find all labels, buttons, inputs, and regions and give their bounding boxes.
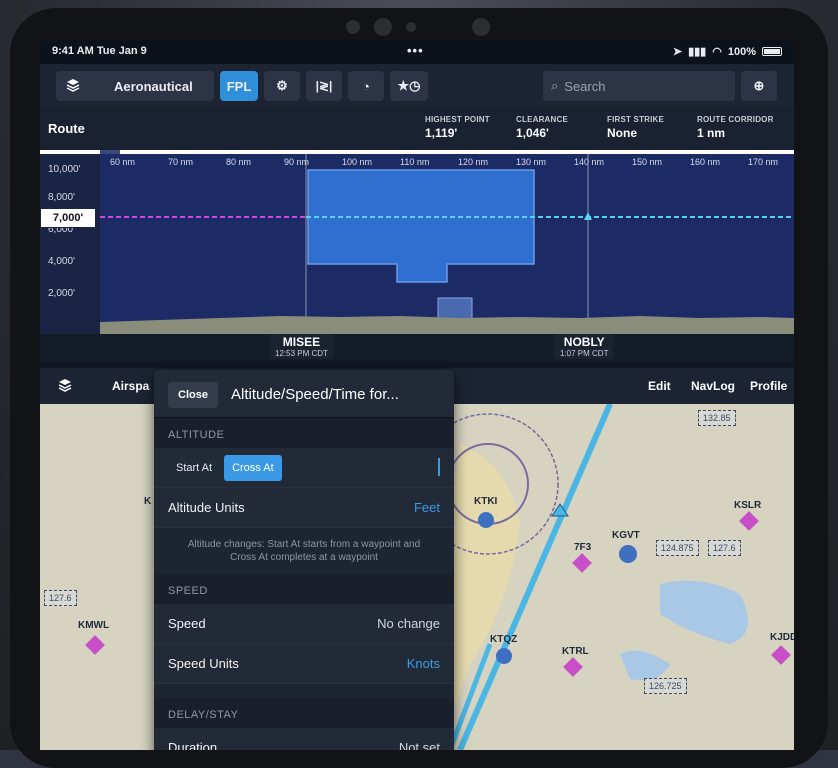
waypoint-bar: MISEE 12:53 PM CDT NOBLY 1:07 PM CDT [40,334,794,362]
waypoint-nobly[interactable]: NOBLY 1:07 PM CDT [555,334,614,359]
wifi-icon: ◠ [712,46,722,58]
fpl-button[interactable]: FPL [220,71,258,101]
distance-tick-label: 90 nm [284,157,309,167]
stat-clearance: CLEARANCE 1,046' [516,115,569,140]
freq-box: 127.6 [708,540,741,556]
distance-tick-label: 80 nm [226,157,251,167]
camera-dot [346,20,360,34]
altitude-section-header: ALTITUDE [154,418,454,448]
stat-first-strike: FIRST STRIKE None [607,115,665,140]
airport-kjdd[interactable]: KJDD [770,632,794,643]
profile-button[interactable]: Profile [750,379,787,393]
profile-header: Route HIGHEST POINT 1,119' CLEARANCE 1,046… [40,108,794,150]
freq-box: 126.725 [644,678,687,694]
distance-tick-label: 70 nm [168,157,193,167]
edit-button[interactable]: Edit [648,379,671,393]
status-time: 9:41 AM Tue Jan 9 [52,45,147,57]
camera-sensor [406,22,416,32]
distance-tick-label: 110 nm [400,157,429,167]
popover-title: Altitude/Speed/Time for... [231,386,399,403]
altitude-tick-label: 4,000' [48,256,75,267]
search-icon: ⌕ [551,78,559,93]
stat-highest-point: HIGHEST POINT 1,119' [425,115,490,140]
procedures-button[interactable]: |≷| [306,71,342,101]
settings-button[interactable]: ⚙ [264,71,300,101]
altitude-note: Altitude changes: Start At starts from a… [154,528,454,574]
multitask-dots[interactable]: ••• [407,43,424,58]
profile-view[interactable]: 10,000' 8,000' 6,000' 4,000' 2,000' 60 nm 70 … [40,150,794,334]
gauge-icon: ◔ [362,78,370,94]
altitude-mode-row: Start At Cross At [154,448,454,488]
airport-7f3[interactable]: 7F3 [574,542,591,553]
battery-percent: 100% [727,45,756,58]
airport-kgvt[interactable]: KGVT [612,530,640,541]
status-icons: ➤ ▮▮▮ ◠ 100% [673,45,782,58]
gear-icon: ⚙ [276,78,288,93]
altitude-tick-label: 10,000' [48,164,81,175]
battery-icon [762,47,782,56]
camera-lens [374,18,392,36]
airport-partial-k[interactable]: K [144,496,151,507]
delay-section-header: DELAY/STAY [154,698,454,728]
airspace-tab[interactable]: Airspa [112,379,149,393]
terrain [100,316,794,334]
text-cursor [438,458,440,476]
close-button[interactable]: Close [168,382,218,408]
freq-box: 127.6 [44,590,77,606]
distance-tick-label: 170 nm [748,157,778,167]
instruments-button[interactable]: ◔ [348,71,384,101]
layer-selector-button[interactable]: Aeronautical [56,71,214,101]
airport-kmwl[interactable]: KMWL [78,620,109,631]
airport-ktki[interactable]: KTKI [474,496,497,507]
main-toolbar: Aeronautical FPL ⚙ |≷| ◔ ★◷ ⌕ Search ⊕ [40,64,794,108]
speed-units-row[interactable]: Speed Units Knots [154,644,454,684]
distance-tick-label: 120 nm [458,157,488,167]
crosshair-icon: ⊕ [753,78,765,93]
distance-tick-label: 60 nm [110,157,135,167]
distance-tick-label: 140 nm [574,157,604,167]
altitude-units-row[interactable]: Altitude Units Feet [154,488,454,528]
scrapbook-button[interactable]: ★◷ [390,71,428,101]
status-bar: 9:41 AM Tue Jan 9 ••• ➤ ▮▮▮ ◠ 100% [40,40,794,64]
altitude-tick-label: 8,000' [48,192,75,203]
airport-ktrl[interactable]: KTRL [562,646,589,657]
locate-button[interactable]: ⊕ [741,71,777,101]
start-at-option[interactable]: Start At [168,455,220,481]
airport-kslr[interactable]: KSLR [734,500,761,511]
popover-header: Close Altitude/Speed/Time for... [154,370,454,418]
camera-lens-2 [472,18,490,36]
altitude-tick-label: 2,000' [48,288,75,299]
freq-box: 124.875 [656,540,699,556]
airport-ktqz[interactable]: KTQZ [490,634,517,645]
navlog-button[interactable]: NavLog [691,379,735,393]
cross-at-option[interactable]: Cross At [224,455,282,481]
layers-icon [66,78,80,95]
route-label: Route [48,121,85,136]
layer-label: Aeronautical [114,78,193,94]
app-screen: 9:41 AM Tue Jan 9 ••• ➤ ▮▮▮ ◠ 100% Aeron… [40,40,794,750]
signal-icon: ▮▮▮ [688,46,707,58]
profile-chart: 10,000'8,000'6,000'4,000'2,000' 60 nm 70 … [40,150,794,334]
distance-tick-label: 150 nm [632,157,662,167]
duration-row[interactable]: Duration Not set [154,728,454,750]
distance-tick-label: 100 nm [342,157,372,167]
procedure-icon: |≷| [315,79,333,93]
speed-row[interactable]: Speed No change [154,604,454,644]
star-clock-icon: ★◷ [397,78,421,93]
search-field[interactable]: ⌕ Search [543,71,735,101]
stat-route-corridor: ROUTE CORRIDOR 1 nm [697,115,774,140]
altitude-speed-time-popover: Close Altitude/Speed/Time for... ALTITUD… [154,370,454,750]
location-icon: ➤ [672,46,683,58]
speed-section-header: SPEED [154,574,454,604]
layers-icon-small[interactable] [58,378,72,395]
selected-altitude-tag[interactable]: 7,000' [40,208,96,228]
distance-tick-label: 160 nm [690,157,720,167]
waypoint-misee[interactable]: MISEE 12:53 PM CDT [270,334,333,359]
altitude-mode-segmented: Start At Cross At [168,455,282,481]
search-placeholder: Search [564,78,606,94]
freq-box: 132.85 [698,410,736,426]
distance-tick-label: 130 nm [516,157,546,167]
